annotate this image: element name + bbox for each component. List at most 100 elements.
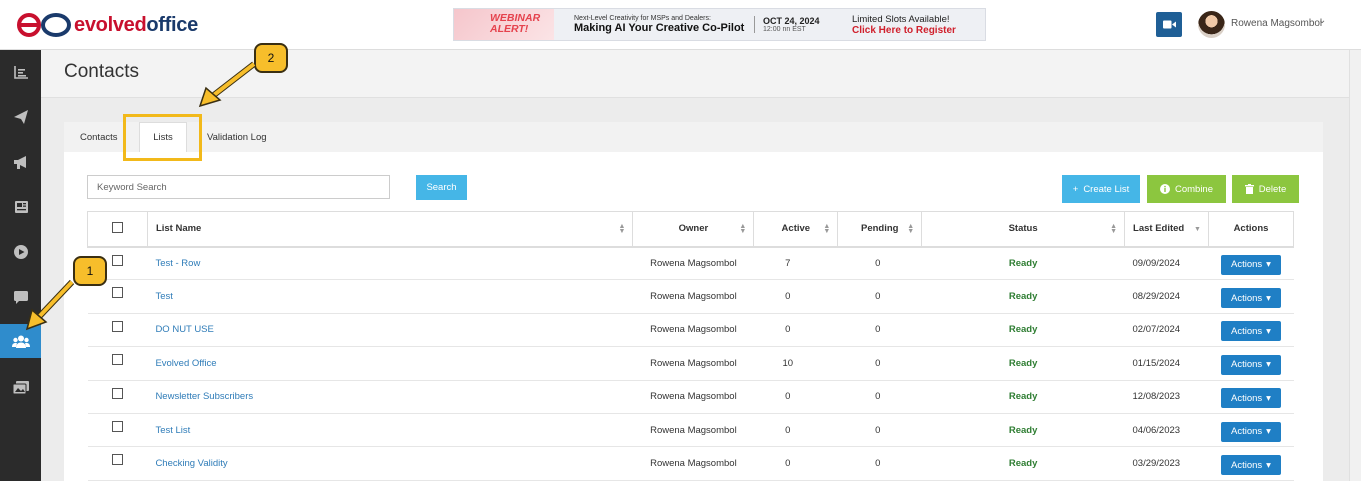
actions-dropdown-button[interactable]: Actions ▾	[1220, 321, 1281, 342]
list-name-link[interactable]: Test - Row	[155, 258, 200, 269]
row-checkbox[interactable]	[111, 287, 123, 299]
page-scrollbar[interactable]	[1349, 50, 1361, 481]
table-row: Test List Rowena Magsombol 0 0 Ready 04/06/20…	[87, 413, 1294, 448]
sort-icon[interactable]: ▲ ▼	[907, 223, 914, 235]
table-row: DO NUT USE Rowena Magsombol 0 0 Ready 02/07/2…	[87, 313, 1294, 348]
col-list-name[interactable]: List Name ▲ ▼	[146, 211, 634, 248]
last-edited-cell: 01/15/2024	[1124, 346, 1209, 381]
caret-down-icon: ▾	[1266, 459, 1271, 471]
sidebar-item-reports[interactable]	[0, 55, 41, 89]
delete-button[interactable]: Delete	[1232, 175, 1299, 203]
actions-dropdown-button[interactable]: Actions ▾	[1220, 354, 1281, 375]
row-checkbox[interactable]	[111, 320, 123, 332]
actions-dropdown-button[interactable]: Actions ▾	[1220, 254, 1281, 275]
select-all-checkbox[interactable]	[111, 221, 123, 233]
actions-dropdown-button[interactable]: Actions ▾	[1220, 388, 1281, 409]
caret-down-icon: ▾	[1266, 292, 1271, 304]
top-header: evolvedoffice WEBINAR ALERT! Next-Level …	[0, 0, 1361, 50]
list-name-link[interactable]: Newsletter Subscribers	[155, 391, 253, 402]
create-list-button[interactable]: + Create List	[1062, 175, 1140, 203]
last-edited-cell: 02/07/2024	[1124, 313, 1209, 348]
banner-date: OCT 24, 2024	[763, 16, 820, 26]
last-edited-cell: 04/06/2023	[1124, 413, 1209, 448]
row-checkbox[interactable]	[111, 420, 123, 432]
col-status[interactable]: Status ▲ ▼	[921, 211, 1126, 248]
sort-icon[interactable]: ▲ ▼	[619, 223, 626, 235]
col-last-edited[interactable]: Last Edited ▼	[1124, 211, 1209, 248]
owner-cell: Rowena Magsombol	[632, 446, 754, 481]
banner-tag: WEBINAR ALERT!	[454, 9, 554, 40]
sidebar-item-media[interactable]	[0, 370, 41, 404]
pending-count-cell: 0	[837, 313, 922, 348]
list-name-cell: Checking Validity	[147, 446, 633, 481]
col-active[interactable]: Active ▲ ▼	[753, 211, 839, 248]
tab-contacts[interactable]: Contacts	[80, 122, 118, 152]
status-cell: Ready	[921, 380, 1125, 414]
combine-button[interactable]: Combine	[1147, 175, 1226, 203]
list-name-cell: Test List	[147, 413, 633, 448]
actions-dropdown-button[interactable]: Actions ▾	[1220, 288, 1281, 309]
sidebar-item-newsletters[interactable]	[0, 190, 41, 224]
chevron-down-icon[interactable]: ⌄	[1318, 15, 1326, 26]
actions-cell: Actions ▾	[1208, 313, 1294, 348]
list-name-link[interactable]: Evolved Office	[155, 358, 216, 369]
page-title: Contacts	[64, 61, 139, 82]
sort-icon[interactable]: ▲ ▼	[739, 223, 746, 235]
actions-cell: Actions ▾	[1208, 413, 1294, 448]
status-cell: Ready	[921, 446, 1125, 481]
search-button[interactable]: Search	[416, 175, 467, 200]
list-name-link[interactable]: DO NUT USE	[155, 324, 213, 335]
tab-highlight-box	[123, 114, 202, 161]
caret-down-icon: ▾	[1266, 325, 1271, 337]
status-badge: Ready	[1008, 291, 1038, 303]
arrow-to-contacts-icon	[25, 279, 75, 331]
last-edited-cell: 12/08/2023	[1124, 380, 1209, 414]
status-badge: Ready	[1008, 357, 1038, 369]
owner-cell: Rowena Magsombol	[632, 346, 754, 381]
sort-desc-icon[interactable]: ▼	[1194, 226, 1201, 233]
owner-cell: Rowena Magsombol	[632, 279, 754, 314]
list-name-link[interactable]: Checking Validity	[155, 458, 227, 469]
status-cell: Ready	[921, 346, 1125, 381]
list-name-cell: Evolved Office	[147, 346, 633, 381]
row-checkbox[interactable]	[111, 354, 123, 366]
last-edited-cell: 08/29/2024	[1124, 279, 1209, 314]
video-camera-button[interactable]	[1156, 12, 1182, 37]
evolved-office-logo[interactable]: evolvedoffice	[16, 10, 198, 40]
webinar-banner[interactable]: WEBINAR ALERT! Next-Level Creativity for…	[453, 8, 986, 41]
row-checkbox[interactable]	[111, 254, 123, 266]
list-name-link[interactable]: Test List	[155, 425, 190, 436]
table-row: Checking Validity Rowena Magsombol 0 0 Ready…	[87, 446, 1294, 481]
actions-dropdown-button[interactable]: Actions ▾	[1220, 455, 1281, 476]
user-avatar[interactable]	[1198, 11, 1225, 38]
col-owner[interactable]: Owner ▲ ▼	[632, 211, 755, 248]
contacts-users-icon	[11, 335, 30, 348]
list-name-link[interactable]: Test	[155, 291, 172, 302]
select-all-header	[87, 211, 148, 248]
tab-validation-log[interactable]: Validation Log	[207, 122, 267, 152]
owner-cell: Rowena Magsombol	[632, 313, 754, 348]
actions-cell: Actions ▾	[1208, 346, 1294, 381]
row-checkbox[interactable]	[111, 387, 123, 399]
table-header-row: List Name ▲ ▼ Owner ▲ ▼ Active ▲ ▼ Pending ▲ ▼ S…	[87, 211, 1295, 248]
row-checkbox[interactable]	[111, 454, 123, 466]
caret-down-icon: ▾	[1266, 259, 1271, 271]
pending-count-cell: 0	[837, 246, 922, 281]
banner-register-link[interactable]: Click Here to Register	[852, 25, 956, 36]
sort-icon[interactable]: ▲ ▼	[823, 223, 830, 235]
keyword-search-input[interactable]	[87, 175, 390, 199]
col-pending[interactable]: Pending ▲ ▼	[837, 211, 923, 248]
banner-headline: Making AI Your Creative Co-Pilot	[574, 22, 745, 34]
table-row: Test Rowena Magsombol 0 0 Ready 08/29/2024 Act…	[87, 279, 1294, 314]
actions-dropdown-button[interactable]: Actions ▾	[1220, 421, 1281, 442]
lists-table: List Name ▲ ▼ Owner ▲ ▼ Active ▲ ▼ Pending ▲ ▼ S…	[87, 211, 1295, 481]
logo-mark-icon	[17, 13, 71, 37]
user-name[interactable]: Rowena Magsombol	[1231, 18, 1322, 29]
list-name-cell: Newsletter Subscribers	[147, 380, 633, 414]
banner-cta-block: Limited Slots Available! Click Here to R…	[842, 14, 956, 36]
sort-icon[interactable]: ▲ ▼	[1110, 223, 1117, 235]
sidebar-item-campaigns[interactable]	[0, 145, 41, 179]
sidebar-item-video[interactable]	[0, 235, 41, 269]
table-row: Newsletter Subscribers Rowena Magsombol 0 0…	[87, 380, 1294, 414]
sidebar-item-send[interactable]	[0, 100, 41, 134]
